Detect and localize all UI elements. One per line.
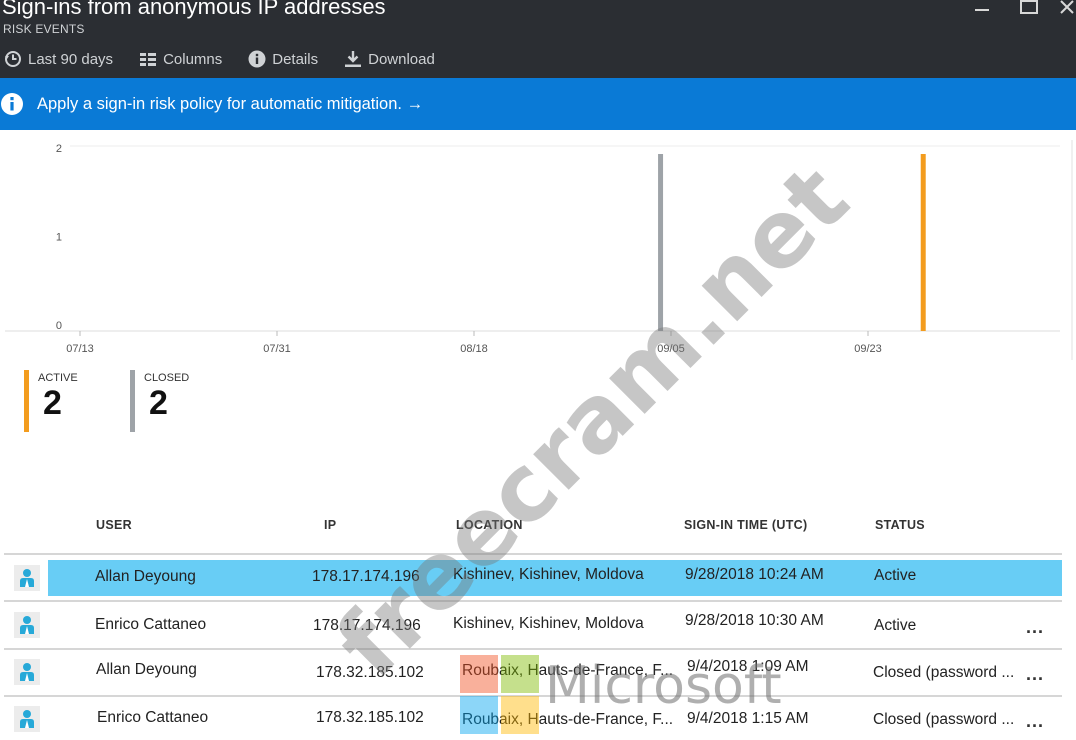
download-button[interactable]: Download	[344, 50, 435, 68]
y-tick-label: 2	[56, 143, 62, 155]
info-icon	[248, 50, 266, 68]
microsoft-watermark: Microsoft	[545, 656, 782, 716]
download-icon	[345, 51, 362, 67]
info-icon	[1, 93, 23, 115]
maximize-button[interactable]	[1015, 0, 1039, 16]
row-user: Allan Deyoung	[95, 568, 196, 585]
risk-policy-link[interactable]: Apply a sign-in risk policy for automati…	[37, 95, 423, 114]
blade-header: Sign-ins from anonymous IP addresses RIS…	[0, 0, 1076, 78]
toolbar: Last 90 days Columns Details Download	[0, 46, 461, 72]
column-header-sign-in-time[interactable]: SIGN-IN TIME (UTC)	[684, 518, 807, 532]
time-range-button[interactable]: Last 90 days	[4, 50, 113, 68]
close-icon	[1060, 0, 1074, 14]
closed-counter[interactable]: CLOSED 2	[130, 370, 210, 432]
row-status: Active	[874, 567, 917, 584]
row-ip: 178.32.185.102	[316, 709, 424, 726]
row-status: Closed (password ...	[873, 664, 1015, 681]
table-row[interactable]: Allan Deyoung 178.17.174.196 Kishinev, K…	[4, 556, 1062, 598]
row-sign-in-time: 9/28/2018 10:24 AM	[685, 566, 824, 583]
columns-button[interactable]: Columns	[139, 50, 222, 68]
row-user: Allan Deyoung	[96, 661, 197, 678]
closed-counter-value: 2	[149, 384, 168, 422]
blade-title: Sign-ins from anonymous IP addresses	[2, 0, 386, 19]
column-header-user[interactable]: USER	[96, 518, 132, 532]
active-counter-value: 2	[43, 384, 62, 422]
download-label: Download	[368, 50, 435, 68]
microsoft-logo	[460, 655, 539, 734]
y-tick-label: 1	[56, 232, 62, 244]
row-more-button[interactable]: ...	[1026, 617, 1044, 638]
active-counter[interactable]: ACTIVE 2	[24, 370, 104, 432]
active-counter-label: ACTIVE	[38, 372, 78, 384]
user-icon	[14, 706, 40, 732]
row-location: Kishinev, Kishinev, Moldova	[453, 615, 644, 632]
row-status: Active	[874, 617, 917, 634]
risk-policy-banner[interactable]: Apply a sign-in risk policy for automati…	[0, 78, 1076, 130]
row-status: Closed (password ...	[873, 711, 1015, 728]
table-row[interactable]: Enrico Cattaneo 178.17.174.196 Kishinev,…	[4, 603, 1062, 645]
user-icon	[14, 565, 40, 591]
x-tick-label: 09/23	[854, 343, 882, 355]
row-user: Enrico Cattaneo	[95, 616, 207, 633]
row-more-button[interactable]: ...	[1026, 664, 1044, 685]
columns-label: Columns	[163, 50, 223, 68]
clock-icon	[5, 51, 21, 67]
x-tick-label: 07/13	[66, 343, 94, 355]
row-divider	[4, 600, 1062, 602]
active-color-bar	[24, 370, 29, 432]
closed-counter-label: CLOSED	[144, 372, 190, 384]
details-label: Details	[272, 50, 319, 68]
column-header-status[interactable]: STATUS	[875, 518, 925, 532]
user-icon	[14, 612, 40, 638]
minimize-button[interactable]	[970, 0, 994, 16]
details-button[interactable]: Details	[248, 50, 318, 68]
row-user: Enrico Cattaneo	[97, 709, 209, 726]
x-tick-label: 08/18	[460, 343, 488, 355]
close-button[interactable]	[1055, 0, 1076, 16]
closed-color-bar	[130, 370, 135, 432]
y-tick-label: 0	[56, 320, 62, 332]
risk-events-chart: 012 07/13 07/31 08/18 09/05 09/23	[5, 140, 1073, 360]
bar-active[interactable]	[920, 154, 926, 331]
blade-subtitle: RISK EVENTS	[3, 22, 85, 36]
row-more-button[interactable]: ...	[1026, 711, 1044, 732]
time-range-label: Last 90 days	[28, 50, 114, 68]
x-tick-label: 07/31	[263, 343, 291, 355]
user-icon	[14, 659, 40, 685]
columns-icon	[140, 53, 157, 66]
row-sign-in-time: 9/28/2018 10:30 AM	[685, 612, 824, 629]
column-header-ip[interactable]: IP	[324, 518, 336, 532]
